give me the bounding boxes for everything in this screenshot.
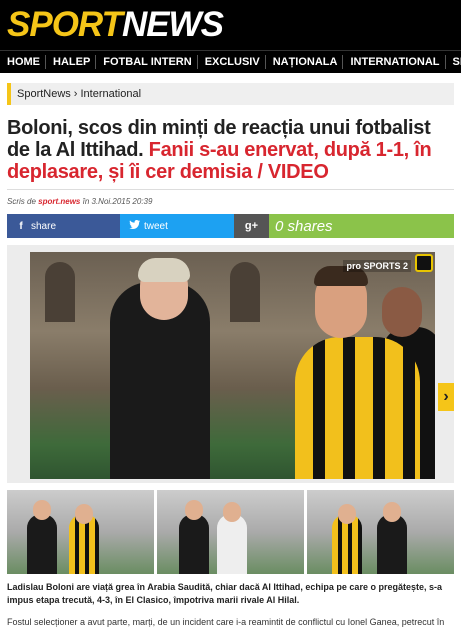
thumb-figure <box>377 514 407 574</box>
article-title: Boloni, scos din minți de reacția unui f… <box>7 117 454 183</box>
breadcrumb-accent <box>7 83 11 105</box>
breadcrumb-home[interactable]: SportNews <box>17 88 71 100</box>
article-byline: Scris de sport.news în 3.Noi.2015 20:39 <box>7 197 454 206</box>
share-count-label: 0 shares <box>275 217 333 235</box>
thumb-head <box>383 502 401 522</box>
thumb-head <box>185 500 203 520</box>
breadcrumb-separator: › <box>73 88 78 100</box>
twitter-share-button[interactable]: tweet <box>120 214 234 238</box>
byline-date: în 3.Noi.2015 20:39 <box>82 197 153 206</box>
main-nav: HOME HALEP FOTBAL INTERN EXCLUSIV NAȚION… <box>0 50 461 73</box>
nav-halep[interactable]: HALEP <box>46 55 97 69</box>
background-arch <box>45 262 75 322</box>
thumb-figure <box>217 514 247 574</box>
image-strip <box>7 490 454 574</box>
nav-fotbal-intern[interactable]: FOTBAL INTERN <box>96 55 198 69</box>
site-logo[interactable]: SPORT NEWS <box>7 5 224 44</box>
breadcrumb: SportNews › International <box>7 83 454 105</box>
channel-logo: pro SPORTS 2 <box>343 260 411 272</box>
share-bar: f share tweet g+ 0 shares <box>7 214 454 238</box>
strip-image <box>157 490 304 574</box>
share-count: 0 shares <box>269 214 454 238</box>
video-player[interactable]: pro SPORTS 2 › <box>7 245 454 483</box>
video-next-arrow[interactable]: › <box>438 383 454 411</box>
video-expand-icon[interactable] <box>415 254 433 272</box>
facebook-share-label: share <box>31 220 57 232</box>
player-figure <box>295 337 420 479</box>
logo-sport: SPORT <box>7 5 123 44</box>
facebook-share-button[interactable]: f share <box>7 214 120 238</box>
nav-home[interactable]: HOME <box>0 55 46 69</box>
nav-nationala[interactable]: NAȚIONALA <box>266 55 344 69</box>
logo-news: NEWS <box>121 5 224 44</box>
breadcrumb-section[interactable]: International <box>80 88 141 100</box>
article-lead: Ladislau Boloni are viață grea în Arabia… <box>7 582 442 605</box>
gplus-icon: g+ <box>244 220 259 232</box>
byline-author[interactable]: sport.news <box>38 197 80 206</box>
video-frame[interactable]: pro SPORTS 2 <box>30 252 435 479</box>
thumb-figure <box>27 514 57 574</box>
strip-image <box>307 490 454 574</box>
strip-image <box>7 490 154 574</box>
thumb-figure <box>179 514 209 574</box>
byline-prefix: Scris de <box>7 197 36 206</box>
article-body: Fostul selecționer a avut parte, marți, … <box>7 617 445 627</box>
twitter-share-label: tweet <box>144 220 168 232</box>
thumb-head <box>338 504 356 524</box>
background-player-head <box>382 287 422 337</box>
site-header: SPORT NEWS <box>0 0 461 50</box>
nav-international[interactable]: INTERNATIONAL <box>343 55 446 69</box>
nav-sporturi[interactable]: SPORTURI <box>446 55 461 69</box>
facebook-icon: f <box>19 220 23 232</box>
thumb-head <box>75 504 93 524</box>
gplus-share-button[interactable]: g+ <box>234 214 269 238</box>
background-arch <box>230 262 260 322</box>
thumb-head <box>223 502 241 522</box>
thumb-head <box>33 500 51 520</box>
title-divider <box>7 189 454 190</box>
nav-exclusiv[interactable]: EXCLUSIV <box>198 55 266 69</box>
coach-hair <box>138 258 190 282</box>
twitter-icon <box>127 220 141 232</box>
